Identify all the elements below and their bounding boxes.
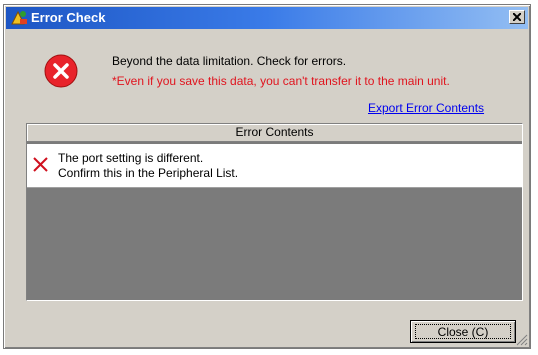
- error-circle-x-icon: [44, 54, 78, 88]
- window-close-button[interactable]: [509, 10, 525, 24]
- error-row-detail: Confirm this in the Peripheral List.: [58, 166, 239, 180]
- close-button[interactable]: Close (C): [410, 320, 516, 343]
- error-row-text: The port setting is different.: [58, 151, 204, 165]
- error-row[interactable]: The port setting is different. Confirm t…: [27, 144, 522, 188]
- red-x-icon: [33, 157, 48, 172]
- title-bar[interactable]: Error Check: [6, 7, 528, 29]
- window-title: Error Check: [31, 10, 106, 25]
- resize-grip-icon[interactable]: [515, 333, 528, 346]
- close-icon: [513, 13, 521, 21]
- column-header-label: Error Contents: [235, 125, 314, 139]
- close-button-label: Close (C): [437, 325, 489, 339]
- error-contents-panel: Error Contents The port setting is diffe…: [26, 123, 523, 301]
- warning-message: *Even if you save this data, you can't t…: [112, 74, 450, 88]
- error-message: Beyond the data limitation. Check for er…: [112, 54, 347, 68]
- app-icon: [11, 10, 27, 25]
- export-error-contents-link[interactable]: Export Error Contents: [368, 101, 484, 115]
- error-check-window: Error Check Beyond the data limitation. …: [3, 4, 531, 349]
- column-header[interactable]: Error Contents: [27, 124, 522, 142]
